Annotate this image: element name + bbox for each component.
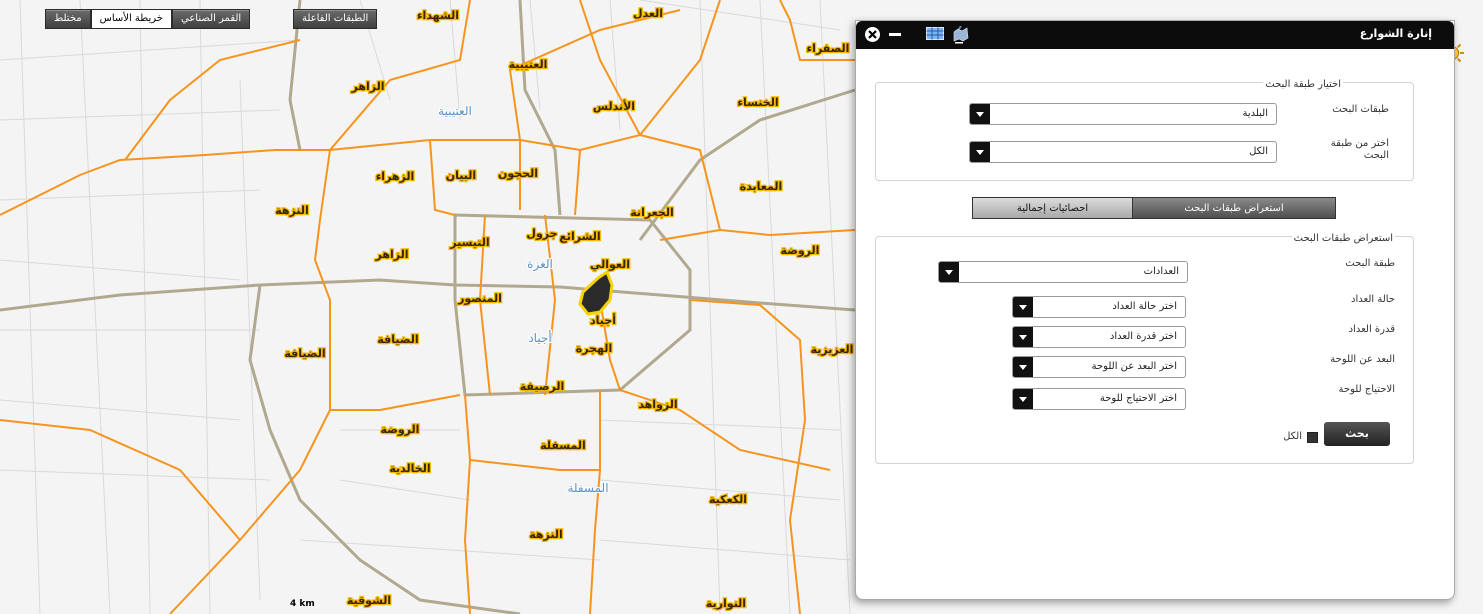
- district-label: الضيافة: [284, 347, 325, 360]
- layer-label: طبقة البحث: [1345, 258, 1395, 269]
- panel-header: إنارة الشوارع: [856, 21, 1454, 49]
- district-label: الزاهر: [351, 80, 385, 93]
- district-label: الجعرانة: [630, 206, 673, 219]
- panel-need-placeholder: اختر الاحتياج للوحة: [1099, 393, 1177, 404]
- district-label: المنصور: [457, 292, 502, 305]
- district-label: الزاهر: [375, 248, 409, 261]
- district-label: النوارية: [706, 597, 746, 610]
- district-label: الأندلس: [593, 99, 635, 113]
- mixed-button[interactable]: مختلط: [45, 9, 91, 29]
- district-label: المعابدة: [740, 180, 783, 193]
- search-layer-legend: اختيار طبقة البحث: [1263, 79, 1343, 90]
- panel-need-select[interactable]: اختر الاحتياج للوحة: [1012, 388, 1186, 410]
- district-label: البيان: [446, 169, 476, 182]
- chevron-down-icon[interactable]: [1013, 357, 1033, 377]
- active-layers-button[interactable]: الطبقات الفاعلة: [293, 9, 378, 29]
- layer-select[interactable]: العدادات: [938, 261, 1188, 283]
- district-label: العزيزية: [811, 343, 854, 356]
- close-icon[interactable]: [864, 26, 881, 43]
- district-label: الصفراء: [807, 42, 850, 55]
- meter-capacity-placeholder: اختر قدرة العداد: [1109, 331, 1177, 342]
- neighborhood-label: الغزة: [527, 257, 553, 272]
- scale-bar: 4 km: [290, 599, 315, 609]
- district-label: الروضة: [781, 244, 820, 257]
- meter-status-select[interactable]: اختر حالة العداد: [1012, 296, 1186, 318]
- district-label: الروضة: [381, 423, 420, 436]
- district-label: التيسير: [449, 236, 489, 249]
- chevron-down-icon[interactable]: [1013, 389, 1033, 409]
- panel-title: إنارة الشوارع: [1359, 27, 1432, 40]
- district-label: أجياد: [590, 313, 616, 327]
- base-map-button[interactable]: خريطة الأساس: [90, 9, 172, 29]
- district-label: الزواهد: [638, 398, 677, 411]
- minimize-icon[interactable]: [888, 26, 902, 43]
- table-icon[interactable]: [926, 26, 944, 42]
- scale-text: 4 km: [290, 599, 315, 609]
- search-layer-fieldset: اختيار طبقة البحث طبقات البحث البلدية اخ…: [875, 79, 1414, 181]
- search-button[interactable]: بحث: [1324, 422, 1390, 446]
- district-label: الشوقية: [347, 594, 391, 607]
- district-label: النزهة: [529, 528, 563, 541]
- district-label: جرول: [526, 227, 557, 240]
- tab-browse-layers[interactable]: استعراض طبقات البحث: [1132, 197, 1336, 219]
- district-label: العتيبية: [509, 58, 548, 71]
- district-label: الزهراء: [376, 170, 415, 183]
- district-label: النزهة: [275, 204, 309, 217]
- all-checkbox[interactable]: [1307, 432, 1318, 443]
- meter-capacity-label: قدرة العداد: [1348, 324, 1395, 335]
- neighborhood-label: المسفلة: [567, 481, 608, 495]
- panel-distance-label: البعد عن اللوحة: [1330, 354, 1395, 365]
- browse-layers-fieldset: استعراض طبقات البحث طبقة البحث العدادات …: [875, 233, 1414, 464]
- browse-layers-legend: استعراض طبقات البحث: [1291, 233, 1395, 244]
- panel-distance-placeholder: اختر البعد عن اللوحة: [1091, 361, 1177, 372]
- district-label: الشرائع: [559, 230, 600, 243]
- street-lighting-panel: إنارة الشوارع اختيار طبقة البحث طبقات ال…: [855, 20, 1455, 600]
- district-label: الخنساء: [737, 96, 778, 109]
- tab-statistics[interactable]: احصائيات إجمالية: [972, 197, 1133, 219]
- panel-distance-select[interactable]: اختر البعد عن اللوحة: [1012, 356, 1186, 378]
- district-label: العوالي: [590, 258, 630, 271]
- layer-value: العدادات: [1143, 266, 1179, 277]
- choose-layer-value: الكل: [1249, 146, 1268, 157]
- meter-status-label: حالة العداد: [1351, 294, 1395, 305]
- basemap-switcher: مختلط خريطة الأساس القمر الصناعي: [45, 9, 251, 29]
- district-label: الهجرة: [576, 342, 612, 355]
- district-label: الخالدية: [389, 462, 430, 475]
- district-label: الشهداء: [417, 9, 459, 22]
- district-label: الرصيفة: [520, 380, 564, 393]
- neighborhood-label: أجياد: [528, 330, 551, 345]
- layers-toolbar: الطبقات الفاعلة: [293, 9, 378, 29]
- chevron-down-icon[interactable]: [1013, 297, 1033, 317]
- district-label: المسفلة: [540, 439, 586, 452]
- district-label: العدل: [633, 7, 663, 20]
- search-layers-select[interactable]: البلدية: [969, 103, 1277, 125]
- district-label: الضيافة: [377, 333, 418, 346]
- meter-status-placeholder: اختر حالة العداد: [1112, 301, 1177, 312]
- all-checkbox-label: الكل: [1283, 431, 1302, 442]
- choose-layer-label: اختر من طبقة البحث: [1330, 138, 1389, 161]
- chevron-down-icon[interactable]: [970, 142, 990, 162]
- district-label: الحجون: [498, 167, 538, 180]
- neighborhood-label: العتيبية: [438, 104, 472, 118]
- search-layers-value: البلدية: [1242, 108, 1268, 119]
- chevron-down-icon[interactable]: [970, 104, 990, 124]
- panel-need-label: الاحتياج للوحة: [1338, 384, 1395, 395]
- choose-layer-select[interactable]: الكل: [969, 141, 1277, 163]
- chevron-down-icon[interactable]: [1013, 327, 1033, 347]
- map-pin-icon[interactable]: [952, 26, 970, 44]
- chevron-down-icon[interactable]: [939, 262, 959, 282]
- meter-capacity-select[interactable]: اختر قدرة العداد: [1012, 326, 1186, 348]
- district-label: الكعكية: [709, 493, 747, 506]
- search-layers-label: طبقات البحث: [1332, 104, 1389, 115]
- satellite-button[interactable]: القمر الصناعي: [171, 9, 251, 29]
